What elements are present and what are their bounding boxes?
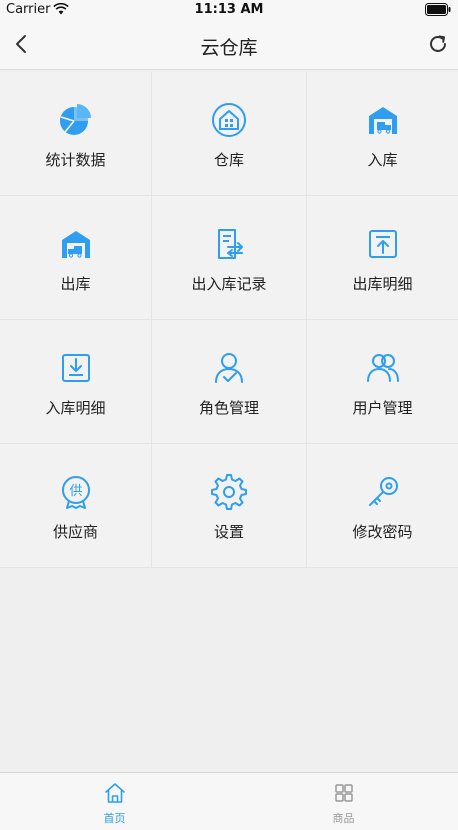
key-icon	[368, 477, 398, 506]
grid-item-label: 修改密码	[352, 523, 413, 541]
grid-icon	[334, 784, 353, 802]
grid-item-stock-out-detail[interactable]: 出库明细	[307, 196, 458, 320]
refresh-icon	[430, 35, 446, 52]
pie-chart-icon	[59, 104, 91, 135]
warehouse-icon	[212, 103, 246, 137]
grid-item-label: 设置	[213, 523, 244, 541]
truck-out-icon	[61, 231, 90, 258]
users-icon	[366, 354, 399, 382]
grid-item-label: 供应商	[52, 523, 98, 541]
grid-item-label: 出库明细	[352, 275, 413, 293]
grid-item-user-management[interactable]: 用户管理	[307, 320, 458, 444]
grid-item-label: 出入库记录	[191, 275, 267, 293]
grid-item-role-management[interactable]: 角色管理	[152, 320, 307, 444]
gear-icon	[211, 474, 247, 510]
grid-item-label: 角色管理	[198, 399, 259, 417]
status-bar: Carrier 11:13 AM	[0, 0, 458, 20]
home-icon	[104, 783, 125, 803]
battery-icon	[425, 3, 451, 20]
tab-home[interactable]: 首页	[0, 773, 229, 830]
function-grid: 统计数据 仓库 入库 出库 出入库记录 出库明细 入库明细 角色管理 用户管理 …	[0, 72, 458, 568]
tab-label: 商品	[332, 812, 355, 825]
grid-item-statistics[interactable]: 统计数据	[0, 72, 152, 196]
grid-item-label: 用户管理	[352, 399, 413, 417]
svg-text:供: 供	[69, 484, 82, 499]
supplier-badge-icon: 供	[61, 476, 90, 509]
grid-item-warehouse[interactable]: 仓库	[152, 72, 307, 196]
user-check-icon	[215, 353, 243, 383]
status-time: 11:13 AM	[194, 2, 264, 17]
tab-bar: 首页 商品	[0, 772, 458, 830]
truck-in-icon	[368, 107, 397, 134]
upload-box-icon	[368, 230, 397, 258]
download-box-icon	[61, 354, 90, 382]
grid-item-label: 出库	[60, 275, 91, 293]
refresh-button[interactable]	[426, 32, 450, 56]
grid-item-supplier[interactable]: 供 供应商	[0, 444, 152, 568]
page-title: 云仓库	[200, 37, 258, 59]
grid-item-stock-in[interactable]: 入库	[307, 72, 458, 196]
grid-item-change-password[interactable]: 修改密码	[307, 444, 458, 568]
tab-label: 首页	[103, 812, 126, 825]
grid-item-label: 统计数据	[45, 151, 106, 169]
grid-item-stock-out[interactable]: 出库	[0, 196, 152, 320]
grid-item-label: 入库明细	[45, 399, 106, 417]
grid-item-stock-in-detail[interactable]: 入库明细	[0, 320, 152, 444]
grid-item-transfer-record[interactable]: 出入库记录	[152, 196, 307, 320]
grid-item-label: 仓库	[213, 151, 244, 169]
tab-products[interactable]: 商品	[229, 773, 458, 830]
navigation-bar: 云仓库	[0, 20, 458, 70]
transfer-record-icon	[218, 229, 243, 259]
grid-item-label: 入库	[367, 151, 398, 169]
grid-item-settings[interactable]: 设置	[152, 444, 307, 568]
